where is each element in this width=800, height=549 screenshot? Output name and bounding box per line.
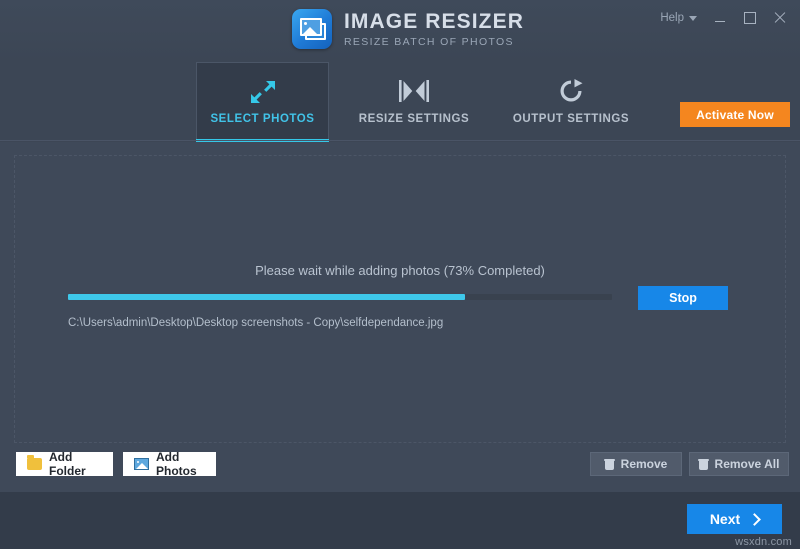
trash-icon [697,458,709,470]
minimize-icon [715,20,725,22]
add-photos-label: Add Photos [156,450,197,478]
add-photos-button[interactable]: Add Photos [123,450,216,478]
progress-status-text: Please wait while adding photos (73% Com… [255,263,545,278]
image-stack-icon [292,9,332,49]
activate-now-label: Activate Now [696,107,774,122]
tab-select-photos[interactable]: SELECT PHOTOS [196,62,329,142]
progress-bar-fill [68,294,466,300]
add-folder-label: Add Folder [49,450,86,478]
add-folder-button[interactable]: Add Folder [16,450,113,478]
tab-output-settings[interactable]: OUTPUT SETTINGS [512,62,630,141]
close-button[interactable] [766,7,794,29]
minimize-button[interactable] [706,7,734,29]
stop-button[interactable]: Stop [638,286,728,310]
photo-icon [134,458,149,470]
expand-arrows-icon [250,80,276,104]
app-subtitle: RESIZE BATCH OF PHOTOS [344,35,514,48]
app-title: IMAGE RESIZER [344,9,524,33]
window-controls: Help [653,7,794,29]
chevron-down-icon [689,15,697,21]
resize-width-icon [397,78,431,104]
maximize-icon [744,12,756,24]
progress-bar-track [68,294,612,300]
maximize-button[interactable] [736,7,764,29]
footer-bar [0,492,800,549]
remove-label: Remove [620,457,668,471]
app-branding: IMAGE RESIZER RESIZE BATCH OF PHOTOS [292,9,524,49]
remove-all-button[interactable]: Remove All [689,452,789,476]
refresh-circle-icon [558,78,584,104]
tab-label: SELECT PHOTOS [210,112,315,125]
close-icon [774,12,786,24]
next-label: Next [709,511,741,527]
remove-button[interactable]: Remove [590,452,682,476]
folder-icon [27,455,42,470]
tab-resize-settings[interactable]: RESIZE SETTINGS [355,62,473,141]
tab-label: OUTPUT SETTINGS [512,113,630,125]
stop-label: Stop [669,291,697,305]
next-button[interactable]: Next [687,504,782,534]
remove-all-label: Remove All [714,457,780,471]
help-menu-button[interactable]: Help [653,8,704,28]
watermark-text: wsxdn.com [735,536,792,548]
tab-label: RESIZE SETTINGS [358,113,470,125]
chevron-right-icon [748,512,762,526]
current-file-path: C:\Users\admin\Desktop\Desktop screensho… [68,317,444,329]
help-label: Help [660,12,684,24]
trash-icon [603,458,615,470]
activate-now-button[interactable]: Activate Now [680,102,790,127]
title-bar: IMAGE RESIZER RESIZE BATCH OF PHOTOS Hel… [0,0,800,62]
